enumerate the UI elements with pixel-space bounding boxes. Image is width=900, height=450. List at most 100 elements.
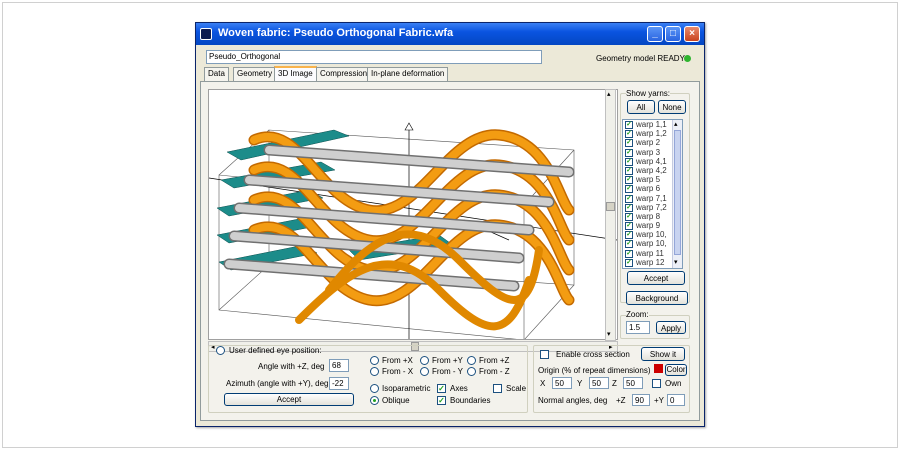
yarn-list[interactable]: ✓ warp 1,1 ✓ warp 1,2 ✓ warp 2 ✓ warp 3 ✓ warp 4,…	[622, 119, 683, 269]
yarn-label: warp 9	[636, 221, 661, 231]
azimuth-label: Azimuth (angle with +Y), deg	[226, 379, 329, 388]
yarn-label: warp 10,	[636, 230, 667, 240]
origin-x-label: X	[540, 379, 546, 388]
yarn-label: warp 7,1	[636, 193, 667, 203]
yarn-label: warp 8	[636, 211, 661, 221]
yarn-checkbox[interactable]: ✓	[625, 157, 633, 166]
3d-viewport[interactable]	[208, 89, 618, 341]
isoparametric-label: Isoparametric	[382, 384, 431, 393]
from-minus-z-radio[interactable]	[467, 367, 476, 376]
tab-geometry[interactable]: Geometry	[233, 67, 277, 81]
color-button[interactable]: Color	[665, 364, 687, 376]
vertical-scroll-thumb[interactable]	[606, 202, 615, 211]
woven-fabric-window: Woven fabric: Pseudo Orthogonal Fabric.w…	[195, 22, 705, 427]
show-it-button[interactable]: Show it	[641, 347, 685, 361]
yarn-checkbox[interactable]: ✓	[625, 130, 633, 139]
yarn-scroll-up-icon[interactable]: ▴	[674, 120, 678, 128]
yarn-scroll-thumb[interactable]	[674, 130, 681, 255]
yarn-scroll-down-icon[interactable]: ▾	[674, 258, 678, 266]
scroll-down-icon[interactable]: ▾	[607, 330, 611, 338]
all-button[interactable]: All	[627, 100, 655, 114]
from-plus-z-label: From +Z	[479, 356, 510, 365]
angle-label: Angle with +Z, deg	[258, 362, 325, 371]
origin-y-label: Y	[577, 379, 583, 388]
user-eye-radio[interactable]	[216, 346, 225, 355]
yarn-label: warp 7,2	[636, 202, 667, 212]
yarn-checkbox[interactable]: ✓	[625, 148, 633, 157]
yarn-label: warp 3	[636, 147, 661, 157]
yarn-label: warp 4,1	[636, 156, 667, 166]
app-icon	[200, 28, 212, 40]
enable-cross-section-checkbox[interactable]	[540, 350, 549, 359]
fabric-name-input[interactable]: Pseudo_Orthogonal	[206, 50, 542, 64]
scale-label: Scale	[506, 384, 527, 393]
origin-z-label: Z	[612, 379, 617, 388]
minimize-icon[interactable]: _	[647, 26, 663, 42]
yarn-checkbox[interactable]: ✓	[625, 203, 633, 212]
yarn-checkbox[interactable]: ✓	[625, 212, 633, 221]
azimuth-input[interactable]: -22	[329, 377, 349, 390]
axes-checkbox[interactable]: ✓	[437, 384, 446, 393]
yarn-checkbox[interactable]: ✓	[625, 249, 633, 258]
yarn-checkbox[interactable]: ✓	[625, 176, 633, 185]
scale-checkbox[interactable]	[493, 384, 502, 393]
origin-z-input[interactable]: 50	[623, 377, 643, 389]
tab-compression[interactable]: Compression	[316, 67, 372, 81]
normal-z-input[interactable]: 90	[632, 394, 650, 406]
from-plus-y-label: From +Y	[432, 356, 463, 365]
yarn-checkbox[interactable]: ✓	[625, 139, 633, 148]
yarn-label: warp 12	[636, 257, 665, 267]
yarn-checkbox[interactable]: ✓	[625, 185, 633, 194]
normal-y-input[interactable]: 0	[667, 394, 685, 406]
yarn-checkbox[interactable]: ✓	[625, 166, 633, 175]
status-text: Geometry model READY	[596, 54, 685, 63]
from-minus-x-radio[interactable]	[370, 367, 379, 376]
none-button[interactable]: None	[658, 100, 686, 114]
origin-x-input[interactable]: 50	[552, 377, 572, 389]
from-minus-x-label: From - X	[382, 367, 414, 376]
yarn-checkbox[interactable]: ✓	[625, 258, 633, 267]
origin-y-input[interactable]: 50	[589, 377, 609, 389]
oblique-radio[interactable]	[370, 396, 379, 405]
yarn-checkbox[interactable]: ✓	[625, 240, 633, 249]
yarns-accept-button[interactable]: Accept	[627, 271, 685, 285]
maximize-icon[interactable]: □	[665, 26, 681, 42]
tab-data[interactable]: Data	[204, 67, 229, 81]
yarn-label: warp 1,1	[636, 120, 667, 129]
own-label: Own	[665, 379, 682, 388]
yarn-checkbox[interactable]: ✓	[625, 194, 633, 203]
vertical-scrollbar[interactable]: ▴ ▾	[605, 89, 616, 341]
angle-input[interactable]: 68	[329, 359, 349, 372]
from-minus-y-radio[interactable]	[420, 367, 429, 376]
from-plus-z-radio[interactable]	[467, 356, 476, 365]
background-button[interactable]: Background	[626, 291, 688, 305]
close-icon[interactable]: ×	[684, 26, 700, 42]
enable-cross-section-label: Enable cross section	[556, 350, 630, 359]
section-color-swatch	[654, 364, 663, 373]
zoom-label: Zoom:	[626, 310, 649, 319]
isoparametric-radio[interactable]	[370, 384, 379, 393]
zoom-input[interactable]: 1.5	[626, 321, 650, 334]
from-plus-y-radio[interactable]	[420, 356, 429, 365]
zoom-apply-button[interactable]: Apply	[656, 321, 686, 334]
from-plus-x-label: From +X	[382, 356, 413, 365]
yarn-label: warp 6	[636, 184, 661, 194]
title-bar[interactable]: Woven fabric: Pseudo Orthogonal Fabric.w…	[196, 23, 704, 45]
from-plus-x-radio[interactable]	[370, 356, 379, 365]
tab-3d-image[interactable]: 3D Image	[274, 66, 317, 81]
yarn-label: warp 4,2	[636, 165, 667, 175]
yarn-label: warp 2	[636, 138, 661, 148]
scroll-up-icon[interactable]: ▴	[607, 90, 611, 98]
yarn-checkbox[interactable]: ✓	[625, 231, 633, 240]
eye-accept-button[interactable]: Accept	[224, 393, 354, 406]
yarn-list-scrollbar[interactable]: ▴ ▾	[672, 120, 682, 268]
own-checkbox[interactable]	[652, 379, 661, 388]
yarn-checkbox[interactable]: ✓	[625, 121, 633, 129]
tab-in-plane-deformation[interactable]: In-plane deformation	[367, 67, 449, 81]
window-title: Woven fabric: Pseudo Orthogonal Fabric.w…	[218, 27, 454, 39]
yarn-checkbox[interactable]: ✓	[625, 222, 633, 231]
status-led-icon	[684, 55, 691, 62]
normal-angles-label: Normal angles, deg	[538, 396, 608, 405]
from-minus-z-label: From - Z	[479, 367, 510, 376]
boundaries-checkbox[interactable]: ✓	[437, 396, 446, 405]
